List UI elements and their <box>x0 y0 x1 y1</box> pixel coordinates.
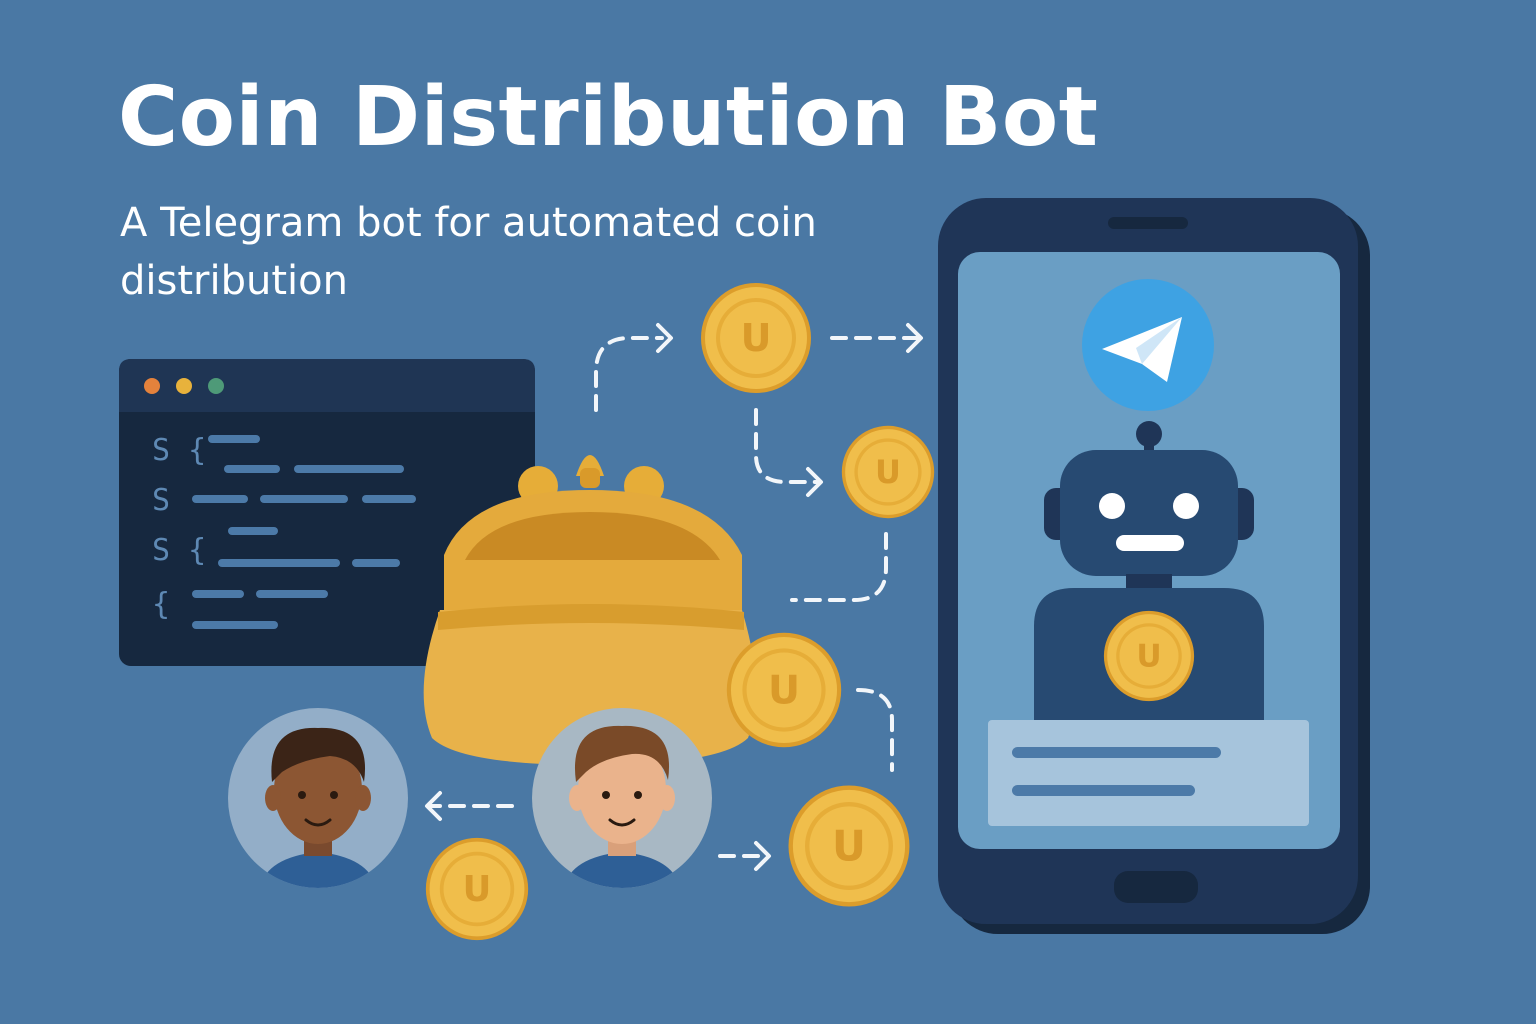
code-prompt-3: S { <box>152 533 207 568</box>
coin-1-symbol: U <box>741 316 772 360</box>
coin-3-symbol: U <box>768 668 800 714</box>
coin-2-symbol: U <box>875 453 901 491</box>
coin-4-symbol: U <box>832 821 866 870</box>
user-avatar-right <box>532 708 712 888</box>
robot-coin: U <box>1103 610 1195 702</box>
coin-3: U <box>726 632 842 748</box>
window-close-dot <box>144 378 160 394</box>
chat-message-card <box>988 720 1309 826</box>
coin-1: U <box>701 283 811 393</box>
window-minimize-dot <box>176 378 192 394</box>
code-prompt-1: S { <box>152 433 207 468</box>
user-avatar-left <box>228 708 408 888</box>
telegram-paper-plane-icon <box>1082 279 1214 411</box>
coin-5-symbol: U <box>463 869 492 910</box>
arrow-coin2-to-wallet <box>790 532 888 602</box>
code-prompt-2: S <box>152 483 171 518</box>
phone-home-button <box>1114 871 1198 903</box>
illustration: U U U U U U <box>119 198 1370 941</box>
coin-2: U <box>841 425 935 519</box>
window-maximize-dot <box>208 378 224 394</box>
coin-4: U <box>788 785 910 907</box>
code-prompt-4: { <box>152 587 171 622</box>
arrow-wallet-to-coin1 <box>594 336 664 412</box>
robot-coin-symbol: U <box>1136 639 1161 675</box>
phone-speaker <box>1108 217 1188 229</box>
coin-5: U <box>425 837 529 941</box>
arrow-coin3-to-coin4 <box>856 688 894 772</box>
